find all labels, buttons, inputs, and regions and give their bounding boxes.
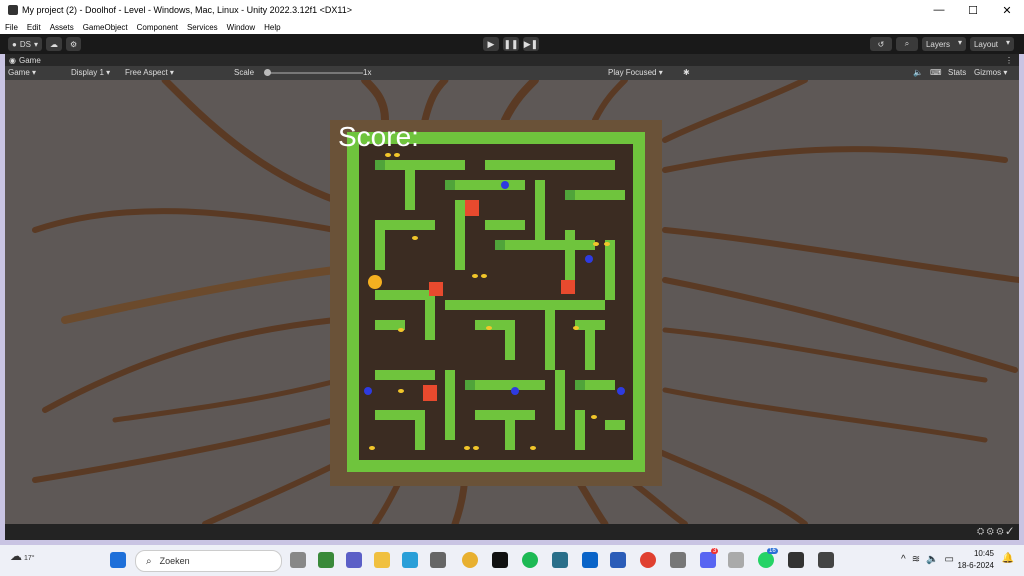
aspect-dropdown[interactable]: Free Aspect bbox=[125, 68, 174, 77]
start-icon[interactable] bbox=[110, 552, 126, 568]
search-icon: ⌕ bbox=[904, 39, 910, 48]
cloud-weather-icon: ☁ bbox=[10, 549, 22, 563]
edge-icon[interactable] bbox=[402, 552, 418, 568]
menu-assets[interactable]: Assets bbox=[45, 23, 78, 32]
layout-dropdown[interactable]: Layout bbox=[969, 37, 1014, 51]
mode-label: Game bbox=[8, 68, 30, 77]
menu-window[interactable]: Window bbox=[222, 23, 259, 32]
history-icon: ↺ bbox=[877, 39, 885, 49]
status-icons: ⛭ ⚙ ⚙ ✓ bbox=[976, 526, 1013, 536]
game-tab-icon: ◉ bbox=[9, 55, 16, 65]
menu-component[interactable]: Component bbox=[132, 23, 182, 32]
weather-widget[interactable]: ☁ 17° bbox=[10, 549, 35, 563]
play-button[interactable]: ▶ bbox=[483, 37, 499, 51]
close-button[interactable]: ✕ bbox=[990, 0, 1024, 20]
notepad-icon[interactable] bbox=[728, 552, 744, 568]
stats-button[interactable]: Stats bbox=[948, 68, 966, 77]
volume-icon[interactable]: 🔈 bbox=[926, 554, 938, 565]
menu-gameobject[interactable]: GameObject bbox=[78, 23, 132, 32]
spotify-icon[interactable] bbox=[522, 552, 538, 568]
menu-bar: File Edit Assets GameObject Component Se… bbox=[0, 20, 1024, 34]
play-mode-dropdown[interactable]: Play Focused bbox=[608, 68, 663, 77]
scale-label: Scale bbox=[234, 68, 255, 77]
minimize-button[interactable]: — bbox=[922, 0, 956, 20]
display-dropdown[interactable]: Display 1 bbox=[71, 68, 110, 77]
aspect-label: Free Aspect bbox=[125, 68, 168, 77]
play-mode-label: Play Focused bbox=[608, 68, 657, 77]
minecraft-icon[interactable] bbox=[318, 552, 334, 568]
discord-badge: 3 bbox=[711, 548, 719, 554]
account-label: DS bbox=[19, 39, 31, 49]
search-placeholder: Zoeken bbox=[159, 556, 190, 566]
chevron-up-icon[interactable]: ^ bbox=[901, 554, 906, 565]
calculator-icon[interactable] bbox=[670, 552, 686, 568]
pause-button[interactable]: ❚❚ bbox=[503, 37, 519, 51]
cloud-button[interactable]: ☁ bbox=[45, 37, 62, 51]
layers-dropdown[interactable]: Layers bbox=[921, 37, 966, 51]
whatsapp-badge: 16 bbox=[767, 548, 778, 554]
menu-services[interactable]: Services bbox=[182, 23, 222, 32]
step-button[interactable]: ▶❚ bbox=[523, 37, 539, 51]
tab-menu-icon[interactable]: ⋮ bbox=[1005, 56, 1013, 65]
wifi-icon[interactable]: ≋ bbox=[912, 554, 920, 565]
outlook-icon[interactable] bbox=[582, 552, 598, 568]
app-icon[interactable] bbox=[552, 552, 568, 568]
account-icon: ● bbox=[12, 39, 17, 49]
gear-icon: ⚙ bbox=[69, 39, 78, 49]
search-icon: ⌕ bbox=[146, 555, 152, 567]
display-label: Display 1 bbox=[71, 68, 104, 77]
game-view-toolbar: Game Display 1 Free Aspect Scale 1x Play… bbox=[5, 66, 1019, 80]
clock-time: 10:45 bbox=[973, 549, 994, 558]
task-view-icon[interactable] bbox=[290, 552, 306, 568]
window-title: My project (2) - Doolhof - Level - Windo… bbox=[22, 5, 352, 15]
game-scene: Score: bbox=[5, 80, 1019, 524]
unity-taskbar-icon[interactable] bbox=[788, 552, 804, 568]
player-ball bbox=[368, 275, 382, 289]
store-icon[interactable] bbox=[430, 552, 446, 568]
account-button[interactable]: ● DS ▾ bbox=[8, 37, 42, 51]
search-button[interactable]: ⌕ bbox=[895, 37, 918, 51]
menu-file[interactable]: File bbox=[0, 23, 22, 32]
discord-icon[interactable] bbox=[700, 552, 716, 568]
teams-icon[interactable] bbox=[346, 552, 362, 568]
menu-edit[interactable]: Edit bbox=[22, 23, 45, 32]
mode-dropdown[interactable]: Game bbox=[8, 68, 36, 77]
gizmos-label: Gizmos bbox=[974, 68, 1002, 77]
chrome-alt-icon[interactable] bbox=[462, 552, 478, 568]
whatsapp-icon[interactable] bbox=[758, 552, 774, 568]
game-tab-bar: ◉ Game ⋮ bbox=[5, 54, 1019, 66]
notification-bell-icon[interactable]: 🔔 bbox=[1002, 553, 1014, 564]
gizmos-dropdown[interactable]: Gizmos bbox=[974, 68, 1007, 77]
status-bar: ⛭ ⚙ ⚙ ✓ bbox=[5, 524, 1019, 540]
bug-icon[interactable]: ✱ bbox=[683, 68, 690, 77]
maximize-button[interactable]: ☐ bbox=[956, 0, 990, 20]
clock-date: 18-6-2024 bbox=[957, 561, 994, 570]
game-viewport[interactable]: Score: bbox=[5, 80, 1019, 524]
word-icon[interactable] bbox=[610, 552, 626, 568]
file-explorer-icon[interactable] bbox=[374, 552, 390, 568]
scale-slider-handle[interactable] bbox=[264, 69, 271, 76]
menu-help[interactable]: Help bbox=[259, 23, 284, 32]
scale-slider-track[interactable] bbox=[267, 72, 363, 74]
score-text: Score: bbox=[338, 121, 419, 152]
keyboard-icon[interactable]: ⌨ bbox=[930, 68, 942, 77]
chrome-icon[interactable] bbox=[640, 552, 656, 568]
services-button[interactable]: ⚙ bbox=[65, 37, 82, 51]
history-button[interactable]: ↺ bbox=[869, 37, 892, 51]
weather-temp: 17° bbox=[23, 555, 35, 562]
main-toolbar: ● DS ▾ ☁ ⚙ ▶ ❚❚ ▶❚ ↺ ⌕ Layers Layout bbox=[0, 34, 1024, 54]
battery-icon[interactable]: ▭ bbox=[945, 554, 954, 565]
unity-hub-icon[interactable] bbox=[818, 552, 834, 568]
audio-mute-icon[interactable]: 🔈 bbox=[913, 68, 923, 77]
tab-game[interactable]: Game bbox=[19, 56, 41, 65]
taskbar-search[interactable]: ⌕ Zoeken bbox=[135, 550, 282, 572]
title-bar: My project (2) - Doolhof - Level - Windo… bbox=[0, 0, 1024, 20]
system-tray: ^ ≋ 🔈 ▭ bbox=[901, 554, 954, 565]
windows-taskbar: ☁ 17° ⌕ Zoeken 3 16 ^ ≋ 🔈 ▭ 10:45 18-6-2… bbox=[0, 545, 1024, 576]
unity-logo-icon bbox=[8, 5, 18, 15]
clock[interactable]: 10:45 18-6-2024 bbox=[958, 548, 994, 572]
cloud-icon: ☁ bbox=[49, 39, 58, 49]
netflix-icon[interactable] bbox=[492, 552, 508, 568]
scale-value: 1x bbox=[363, 68, 372, 77]
